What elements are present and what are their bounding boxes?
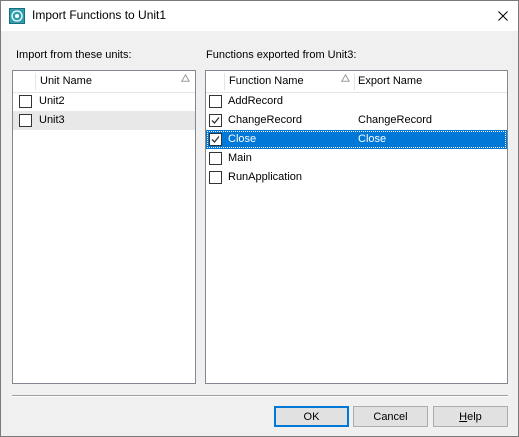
units-list-header: Unit Name: [13, 71, 195, 93]
close-icon: [498, 11, 508, 21]
changerecord-checkbox[interactable]: [209, 114, 222, 127]
addrecord-checkbox[interactable]: [209, 95, 222, 108]
close-checkbox[interactable]: [209, 133, 222, 146]
functions-list[interactable]: Function Name Export Name AddRecord Chan…: [205, 70, 508, 384]
window-title: Import Functions to Unit1: [32, 8, 167, 22]
function-row-selected[interactable]: Close Close: [206, 130, 507, 149]
runapplication-checkbox[interactable]: [209, 171, 222, 184]
sort-ascending-icon: [341, 74, 350, 82]
function-row[interactable]: AddRecord: [206, 92, 507, 111]
sort-ascending-icon: [181, 74, 190, 82]
function-row[interactable]: Main: [206, 149, 507, 168]
help-accelerator: H: [459, 410, 468, 423]
export-name: Close: [358, 133, 387, 145]
unit-row-unit2[interactable]: Unit2: [13, 92, 195, 111]
ok-button[interactable]: OK: [274, 406, 349, 427]
function-name: Main: [228, 152, 252, 164]
main-checkbox[interactable]: [209, 152, 222, 165]
function-name: Close: [228, 133, 257, 145]
unit3-checkbox[interactable]: [19, 114, 32, 127]
function-row[interactable]: ChangeRecord ChangeRecord: [206, 111, 507, 130]
export-name-column-header[interactable]: Export Name: [358, 75, 422, 87]
functions-list-header: Function Name Export Name: [206, 71, 507, 93]
column-separator: [354, 73, 355, 90]
cancel-button[interactable]: Cancel: [353, 406, 428, 427]
checkmark-icon: [211, 117, 220, 124]
function-name: RunApplication: [228, 171, 302, 183]
help-button[interactable]: Help: [433, 406, 508, 427]
column-separator: [35, 73, 36, 90]
unit-name: Unit2: [39, 95, 65, 107]
function-row[interactable]: RunApplication: [206, 168, 507, 187]
footer-divider: [12, 395, 508, 397]
checkmark-icon: [211, 136, 220, 143]
units-list[interactable]: Unit Name Unit2 Unit3: [12, 70, 196, 384]
app-icon: [9, 8, 25, 24]
functions-panel-label: Functions exported from Unit3:: [206, 49, 357, 61]
export-name: ChangeRecord: [358, 114, 432, 126]
function-name-column-header[interactable]: Function Name: [229, 75, 304, 87]
units-panel-label: Import from these units:: [16, 49, 132, 61]
column-separator: [224, 73, 225, 90]
unit-row-unit3[interactable]: Unit3: [13, 111, 195, 130]
unit2-checkbox[interactable]: [19, 95, 32, 108]
function-name: AddRecord: [228, 95, 284, 107]
help-label: elp: [467, 410, 482, 423]
import-functions-dialog: Import Functions to Unit1 Import from th…: [0, 0, 519, 437]
unit-name: Unit3: [39, 114, 65, 126]
unit-name-column-header[interactable]: Unit Name: [40, 75, 92, 87]
function-name: ChangeRecord: [228, 114, 302, 126]
title-bar: Import Functions to Unit1: [1, 1, 518, 31]
close-button[interactable]: [488, 1, 518, 31]
